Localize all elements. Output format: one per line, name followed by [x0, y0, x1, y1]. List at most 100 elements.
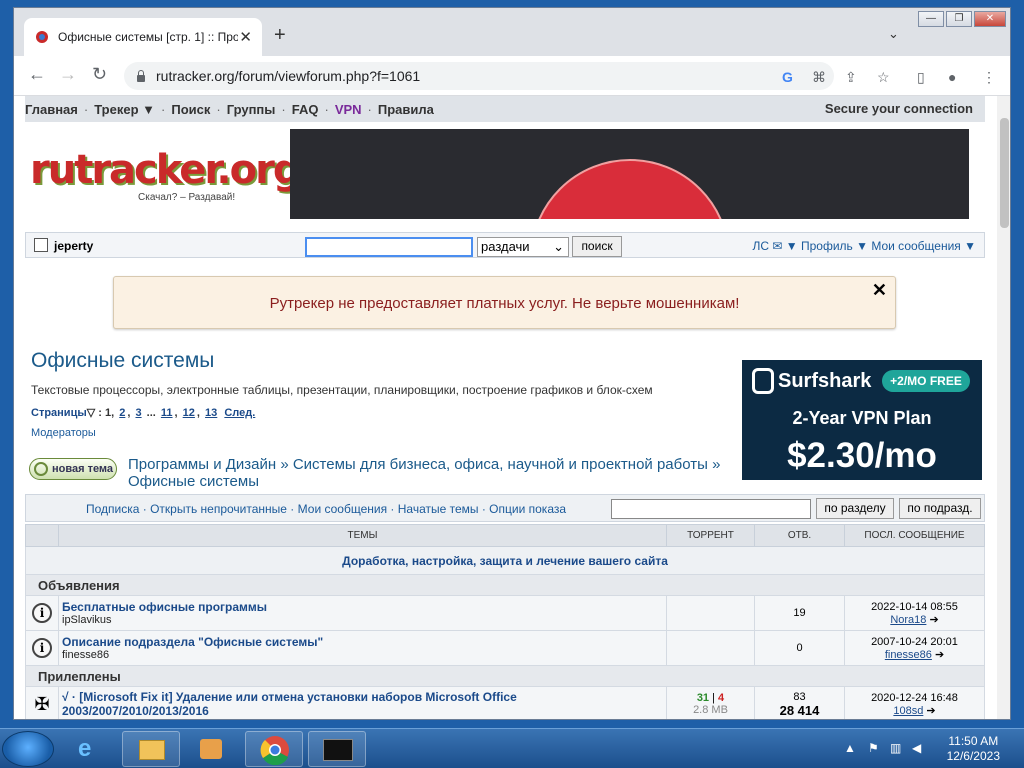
- menu-icon[interactable]: ⋮: [982, 70, 996, 84]
- share-icon[interactable]: ⇪: [845, 70, 857, 84]
- topic-author[interactable]: ipSlavikus: [59, 614, 666, 626]
- url-text[interactable]: rutracker.org/forum/viewforum.php?f=1061: [156, 68, 420, 84]
- goto-last-icon[interactable]: ➔: [926, 705, 935, 717]
- logo-tagline: Скачал? – Раздавай!: [138, 192, 236, 203]
- translate-icon[interactable]: ⌘: [812, 70, 826, 84]
- search-button[interactable]: поиск: [572, 236, 622, 257]
- goto-last-icon[interactable]: ➔: [935, 649, 944, 661]
- info-icon: i: [25, 595, 59, 631]
- scrollbar-thumb[interactable]: [1000, 118, 1009, 228]
- new-topic-button[interactable]: новая тема: [29, 458, 117, 480]
- nav-vpn[interactable]: VPN: [335, 102, 362, 117]
- goto-last-icon[interactable]: ➔: [929, 614, 938, 626]
- leechers-count: 4: [718, 692, 725, 704]
- taskbar: e ▲ ⚑ ▥ ◀ 11:50 AM 12/6/2023: [0, 728, 1024, 768]
- ie-icon[interactable]: e: [62, 731, 120, 767]
- nav-faq[interactable]: FAQ: [292, 102, 319, 117]
- cmd-icon[interactable]: [308, 731, 366, 767]
- bookmark-star-icon[interactable]: ☆: [877, 70, 890, 84]
- topic-title[interactable]: √ · [Microsoft Fix it] Удаление или отме…: [59, 690, 666, 718]
- rutracker-favicon-icon: [34, 29, 50, 45]
- ad-plan: 2-Year VPN Plan: [792, 408, 932, 428]
- search-section-button[interactable]: по разделу: [816, 498, 894, 519]
- tray-expand-icon[interactable]: ▲: [844, 741, 856, 755]
- subforum-link[interactable]: Доработка, настройка, защита и лечение в…: [25, 546, 985, 575]
- network-icon[interactable]: ▥: [890, 741, 901, 755]
- browser-toolbar: ← → ↻ rutracker.org/forum/viewforum.php?…: [14, 56, 1010, 96]
- side-panel-icon[interactable]: ▯: [917, 70, 925, 84]
- topic-search-input[interactable]: [611, 499, 811, 519]
- site-logo[interactable]: rutracker.org Скачал? – Раздавай!: [30, 148, 301, 208]
- last-post-user[interactable]: 108sd: [893, 705, 923, 717]
- page-scrollbar[interactable]: [997, 96, 1010, 719]
- replies-count: 83: [793, 690, 806, 703]
- volume-icon[interactable]: ◀: [912, 741, 921, 755]
- nav-search[interactable]: Поиск: [171, 102, 210, 117]
- topic-title[interactable]: Бесплатные офисные программы: [59, 600, 666, 614]
- forum-title[interactable]: Офисные системы: [31, 349, 214, 373]
- topic-author[interactable]: finesse86: [59, 649, 666, 661]
- nav-groups[interactable]: Группы: [227, 102, 276, 117]
- filter-links[interactable]: Подписка · Открыть непрочитанные · Мои с…: [86, 502, 566, 516]
- tab-search-icon[interactable]: ⌄: [888, 26, 899, 42]
- torrent-size[interactable]: 2.8 MB: [667, 704, 754, 716]
- page-link[interactable]: 2: [119, 407, 125, 419]
- back-icon[interactable]: ←: [28, 64, 46, 84]
- col-torrent: ТОРРЕНТ: [666, 524, 755, 547]
- clock-time: 11:50 AM: [948, 734, 999, 748]
- pagination: Страницы▽ : 1, 2, 3 ... 11, 12, 13 След.: [31, 407, 256, 419]
- forward-icon[interactable]: →: [59, 64, 77, 84]
- search-input[interactable]: [305, 237, 473, 257]
- clock-date: 12/6/2023: [946, 749, 1000, 763]
- page-link[interactable]: 13: [205, 407, 217, 419]
- new-tab-button[interactable]: +: [274, 25, 286, 45]
- username[interactable]: jeperty: [54, 239, 93, 253]
- minimize-button[interactable]: —: [918, 11, 944, 27]
- section-announcements: Объявления: [25, 574, 985, 596]
- clock[interactable]: 11:50 AM 12/6/2023: [947, 734, 1000, 764]
- media-player-icon[interactable]: [182, 731, 240, 767]
- topic-title[interactable]: Описание подраздела "Офисные системы": [59, 635, 666, 649]
- action-center-icon[interactable]: ⚑: [868, 741, 879, 755]
- address-bar[interactable]: rutracker.org/forum/viewforum.php?f=1061: [124, 62, 834, 90]
- nav-separator: ·: [216, 101, 221, 117]
- nav-tracker[interactable]: Трекер ▼: [94, 102, 155, 117]
- section-sticky: Прилеплены: [25, 665, 985, 687]
- nav-rules[interactable]: Правила: [378, 102, 434, 117]
- tab-close-icon[interactable]: ✕: [239, 28, 252, 46]
- chrome-icon[interactable]: [245, 731, 303, 767]
- next-page-link[interactable]: След.: [224, 407, 255, 419]
- page-link[interactable]: 11: [161, 407, 173, 419]
- close-icon[interactable]: ✕: [872, 280, 887, 301]
- profile-icon[interactable]: ●: [948, 70, 956, 84]
- browser-window: Офисные системы [стр. 1] :: Про ✕ + ⌄ — …: [13, 7, 1011, 720]
- last-post-user[interactable]: finesse86: [885, 649, 932, 661]
- secure-connection-link[interactable]: Secure your connection: [825, 101, 973, 116]
- logout-icon[interactable]: [34, 238, 48, 252]
- explorer-icon[interactable]: [122, 731, 180, 767]
- torrent-cell: [666, 595, 755, 631]
- reload-icon[interactable]: ↻: [92, 64, 107, 84]
- page-link[interactable]: 12: [183, 407, 195, 419]
- tab-bar: Офисные системы [стр. 1] :: Про ✕ + ⌄ — …: [14, 8, 1010, 56]
- close-window-button[interactable]: ✕: [974, 11, 1006, 27]
- search-subsection-button[interactable]: по подразд.: [899, 498, 981, 519]
- maximize-button[interactable]: ❐: [946, 11, 972, 27]
- breadcrumb[interactable]: Программы и Дизайн » Системы для бизнеса…: [128, 456, 738, 490]
- page-link[interactable]: 3: [135, 407, 141, 419]
- puzzle-icon: ✠: [25, 686, 59, 719]
- user-links[interactable]: ЛС ✉ ▼ Профиль ▼ Мои сообщения ▼: [753, 239, 976, 253]
- google-icon[interactable]: G: [782, 70, 793, 84]
- surfshark-ad[interactable]: Surfshark +2/MO FREE 2-Year VPN Plan $2.…: [742, 360, 982, 480]
- moderators-link[interactable]: Модераторы: [31, 427, 96, 439]
- nav-home[interactable]: Главная: [25, 102, 78, 117]
- last-post-user[interactable]: Nora18: [890, 614, 926, 626]
- torrent-cell: [666, 630, 755, 666]
- tab-active[interactable]: Офисные системы [стр. 1] :: Про ✕: [24, 18, 262, 56]
- start-button[interactable]: [2, 731, 54, 767]
- ad-banner[interactable]: [290, 129, 969, 219]
- new-topic-label: новая тема: [52, 463, 114, 475]
- search-scope-select[interactable]: раздачи ⌄: [477, 237, 569, 257]
- ad-brand: Surfshark: [778, 370, 872, 392]
- pages-label[interactable]: Страницы: [31, 407, 87, 419]
